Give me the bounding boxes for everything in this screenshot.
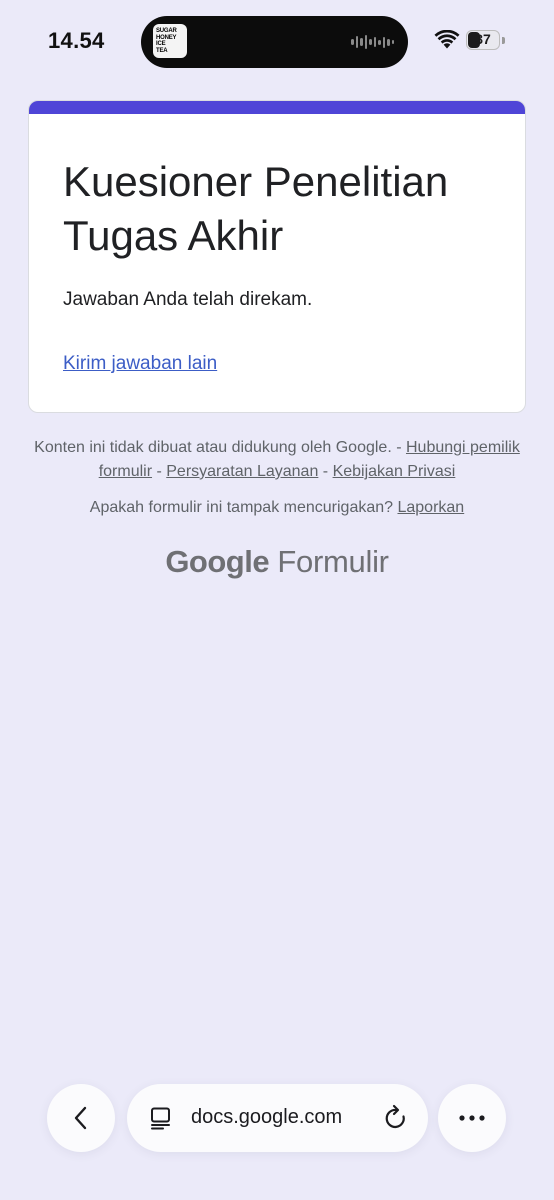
more-options-button[interactable] xyxy=(438,1084,506,1152)
confirmation-message: Jawaban Anda telah direkam. xyxy=(63,289,313,310)
artwork-line: TEA xyxy=(156,47,168,54)
wifi-icon xyxy=(434,30,460,49)
report-abuse: Apakah formulir ini tampak mencurigakan?… xyxy=(30,496,524,520)
page-menu-icon[interactable] xyxy=(149,1106,173,1130)
submit-another-response-link[interactable]: Kirim jawaban lain xyxy=(63,353,217,375)
terms-of-service-link[interactable]: Persyaratan Layanan xyxy=(166,463,318,480)
address-bar[interactable]: docs.google.com xyxy=(127,1084,428,1152)
audio-waveform-icon xyxy=(351,34,394,50)
google-wordmark: Google xyxy=(165,544,270,579)
status-bar: 14.54 SUGAR HONEY ICE TEA 37 xyxy=(0,0,554,84)
battery-icon: 37 xyxy=(466,30,500,50)
product-name: Formulir xyxy=(277,544,389,579)
disclaimer-text: Konten ini tidak dibuat atau didukung ol… xyxy=(34,439,406,456)
status-time: 14.54 xyxy=(48,28,105,53)
reload-icon[interactable] xyxy=(383,1104,409,1132)
battery-level: 37 xyxy=(475,31,491,47)
separator: - xyxy=(318,463,333,480)
chevron-left-icon xyxy=(74,1106,87,1130)
form-accent-bar xyxy=(29,101,525,114)
google-disclaimer: Konten ini tidak dibuat atau didukung ol… xyxy=(30,436,524,484)
dynamic-island[interactable]: SUGAR HONEY ICE TEA xyxy=(141,16,408,68)
report-link[interactable]: Laporkan xyxy=(397,499,464,516)
url-text: docs.google.com xyxy=(191,1106,343,1128)
report-question: Apakah formulir ini tampak mencurigakan? xyxy=(89,499,398,516)
separator: - xyxy=(152,463,167,480)
form-title: Kuesioner Penelitian Tugas Akhir xyxy=(63,158,449,259)
privacy-policy-link[interactable]: Kebijakan Privasi xyxy=(333,463,456,480)
back-button[interactable] xyxy=(47,1084,115,1152)
form-confirmation-card: Kuesioner Penelitian Tugas Akhir Jawaban… xyxy=(28,100,526,413)
now-playing-artwork: SUGAR HONEY ICE TEA xyxy=(153,24,187,58)
google-forms-logo[interactable]: Google Formulir xyxy=(0,544,554,580)
more-horizontal-icon xyxy=(459,1115,485,1121)
battery-nub xyxy=(502,37,505,44)
